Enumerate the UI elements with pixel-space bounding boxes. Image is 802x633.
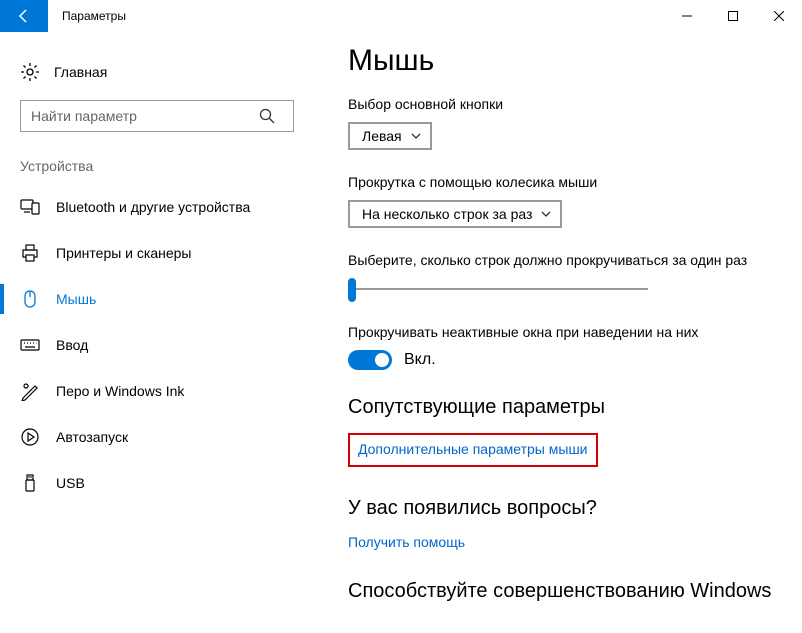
usb-icon: [20, 473, 40, 493]
sidebar-item-label: Bluetooth и другие устройства: [56, 199, 250, 215]
scroll-mode-value: На несколько строк за раз: [362, 206, 532, 222]
highlighted-link-box: Дополнительные параметры мыши: [348, 433, 598, 467]
mouse-icon: [20, 289, 40, 309]
keyboard-icon: [20, 335, 40, 355]
sidebar-item-label: Ввод: [56, 337, 88, 353]
minimize-button[interactable]: [664, 0, 710, 32]
primary-button-label: Выбор основной кнопки: [348, 96, 792, 112]
search-icon: [258, 107, 276, 125]
chevron-down-icon: [410, 130, 422, 142]
maximize-button[interactable]: [710, 0, 756, 32]
minimize-icon: [682, 11, 692, 21]
search-input[interactable]: [20, 100, 294, 132]
main-panel: Мышь Выбор основной кнопки Левая Прокрут…: [320, 32, 802, 633]
primary-button-value: Левая: [362, 128, 402, 144]
sidebar-item-pen[interactable]: Перо и Windows Ink: [0, 368, 300, 414]
close-icon: [774, 11, 784, 21]
arrow-left-icon: [16, 8, 32, 24]
nav-home-label: Главная: [54, 64, 107, 80]
scroll-mode-select[interactable]: На несколько строк за раз: [348, 200, 562, 228]
sidebar-item-bluetooth[interactable]: Bluetooth и другие устройства: [0, 184, 300, 230]
lines-slider[interactable]: [348, 278, 648, 302]
additional-mouse-params-link[interactable]: Дополнительные параметры мыши: [358, 441, 588, 457]
sidebar-item-typing[interactable]: Ввод: [0, 322, 300, 368]
sidebar-item-printers[interactable]: Принтеры и сканеры: [0, 230, 300, 276]
sidebar-item-usb[interactable]: USB: [0, 460, 300, 506]
toggle-state-text: Вкл.: [404, 351, 436, 369]
sidebar-item-label: Перо и Windows Ink: [56, 383, 184, 399]
chevron-down-icon: [540, 208, 552, 220]
scroll-mode-label: Прокрутка с помощью колесика мыши: [348, 174, 792, 190]
sidebar-item-label: USB: [56, 475, 85, 491]
search-container: [20, 100, 300, 132]
get-help-link[interactable]: Получить помощь: [348, 534, 792, 550]
sidebar-group-header: Устройства: [20, 158, 300, 174]
slider-thumb[interactable]: [348, 278, 356, 302]
gear-icon: [20, 62, 40, 82]
lines-scroll-label: Выберите, сколько строк должно прокручив…: [348, 252, 792, 268]
back-button[interactable]: [0, 0, 48, 32]
sidebar-item-label: Мышь: [56, 291, 96, 307]
inactive-scroll-toggle[interactable]: [348, 350, 392, 370]
page-title: Мышь: [348, 44, 792, 78]
improve-windows-header: Способствуйте совершенствованию Windows: [348, 580, 792, 603]
maximize-icon: [728, 11, 738, 21]
slider-track: [348, 288, 648, 290]
sidebar-item-label: Автозапуск: [56, 429, 128, 445]
sidebar: Главная Устройства Bluetooth и другие ус…: [0, 32, 320, 633]
sidebar-item-mouse[interactable]: Мышь: [0, 276, 300, 322]
help-header: У вас появились вопросы?: [348, 497, 792, 520]
autoplay-icon: [20, 427, 40, 447]
pen-icon: [20, 381, 40, 401]
nav-home[interactable]: Главная: [20, 62, 300, 82]
devices-icon: [20, 197, 40, 217]
related-settings-header: Сопутствующие параметры: [348, 396, 792, 419]
window-title: Параметры: [48, 0, 664, 32]
primary-button-select[interactable]: Левая: [348, 122, 432, 150]
sidebar-item-label: Принтеры и сканеры: [56, 245, 191, 261]
close-button[interactable]: [756, 0, 802, 32]
inactive-scroll-label: Прокручивать неактивные окна при наведен…: [348, 324, 792, 340]
sidebar-item-autoplay[interactable]: Автозапуск: [0, 414, 300, 460]
printer-icon: [20, 243, 40, 263]
